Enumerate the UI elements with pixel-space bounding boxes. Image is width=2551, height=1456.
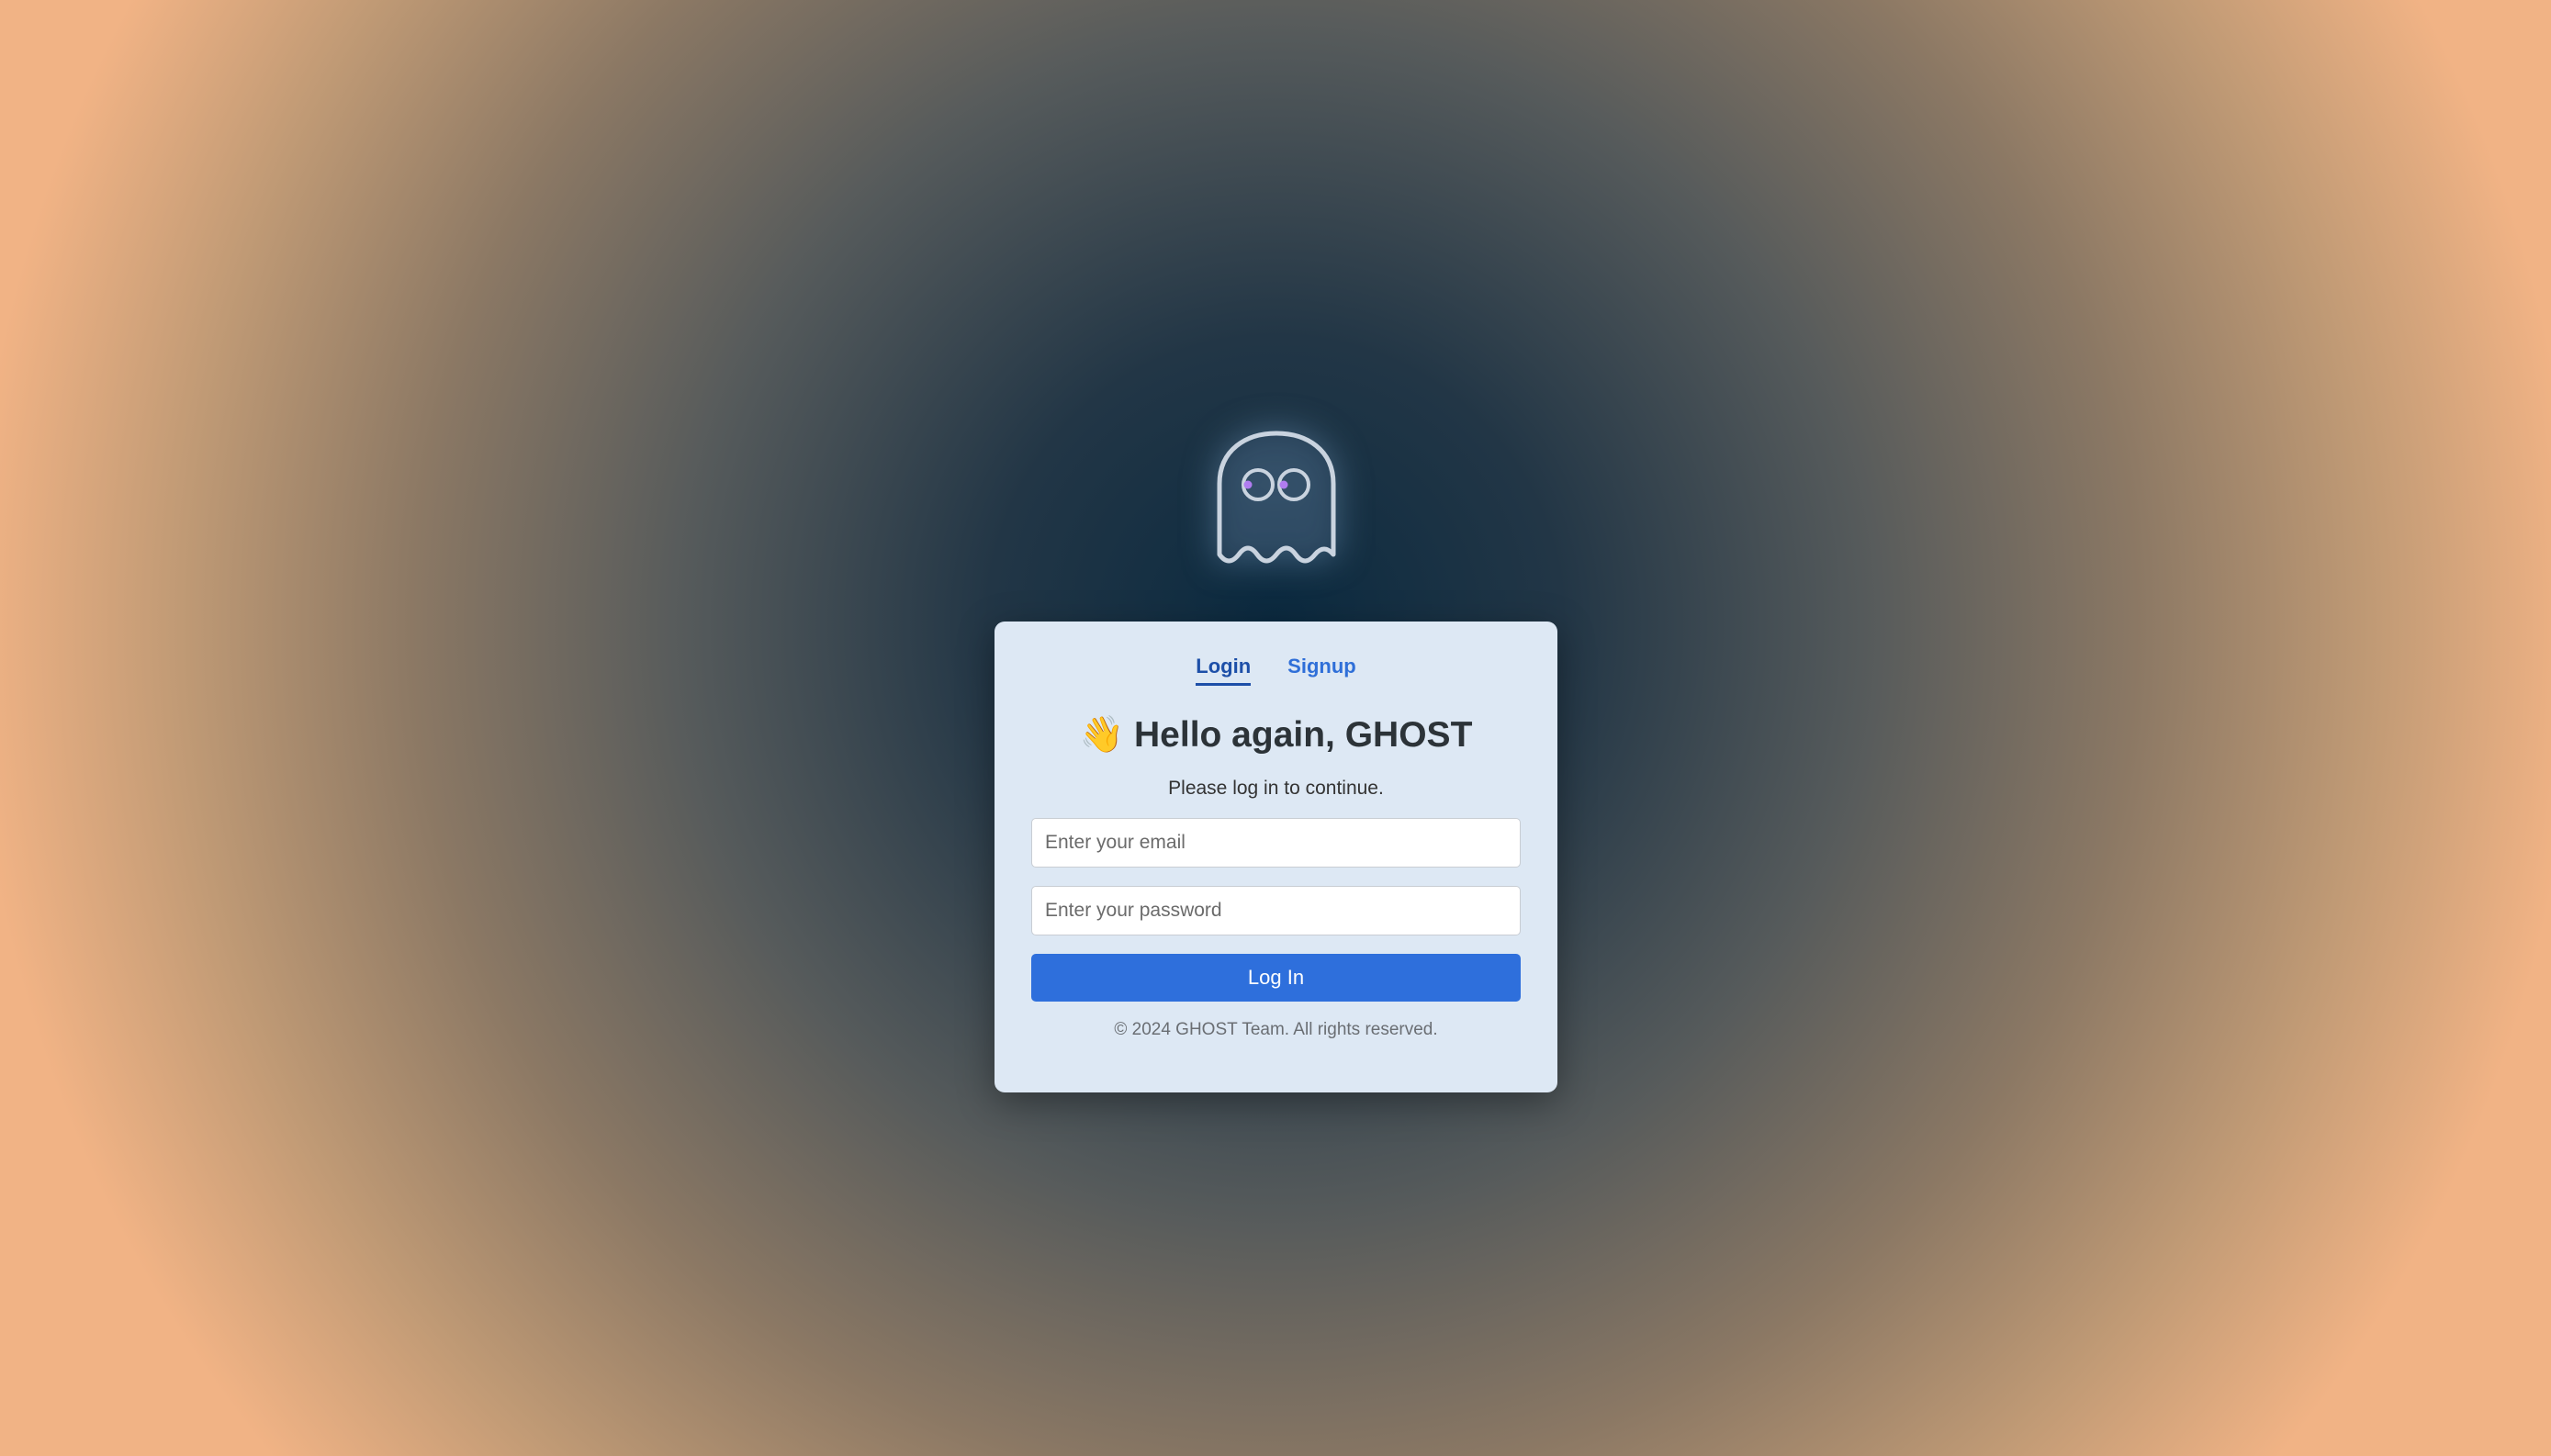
login-subtitle: Please log in to continue. [1168,778,1384,799]
email-field[interactable] [1031,818,1521,868]
tab-signup[interactable]: Signup [1287,655,1356,686]
password-field[interactable] [1031,886,1521,935]
ghost-logo [1203,422,1350,569]
auth-tabs: Login Signup [1031,655,1521,686]
tab-login[interactable]: Login [1196,655,1252,686]
page-title: 👋 Hello again, GHOST [1031,713,1521,757]
ghost-icon [1217,431,1336,564]
wave-emoji: 👋 [1079,715,1125,755]
copyright-footer: © 2024 GHOST Team. All rights reserved. [1114,1020,1438,1039]
log-in-button[interactable]: Log In [1031,954,1521,1002]
page-title-text: Hello again, GHOST [1134,715,1473,755]
login-card: Login Signup 👋 Hello again, GHOST Please… [995,622,1557,1092]
